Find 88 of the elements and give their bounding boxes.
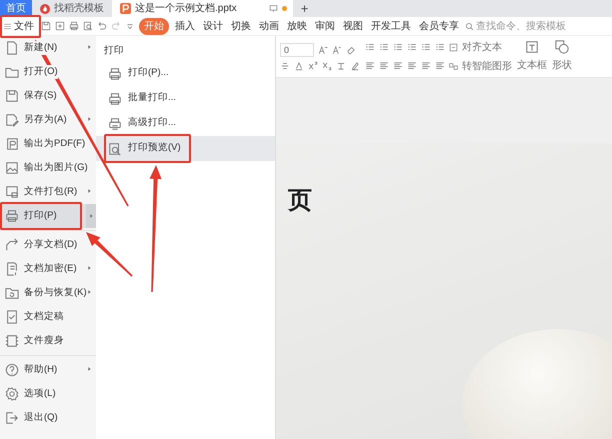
flame-logo-icon [40, 4, 50, 14]
settings-icon [5, 387, 19, 401]
file-menu-item[interactable]: 帮助(H) [0, 358, 96, 382]
smart-art-icon [449, 62, 458, 70]
search-icon [465, 22, 474, 30]
file-menu-item[interactable]: 备份与恢复(K) [0, 281, 96, 305]
pdf-export-icon [5, 137, 19, 151]
file-menu-item[interactable]: 文档定稿 [0, 305, 96, 329]
new-tab-button[interactable]: + [292, 0, 316, 17]
print-submenu-item[interactable]: 批量打印... [96, 86, 275, 111]
image-export-icon [5, 161, 19, 175]
print-submenu-item[interactable]: 高级打印... [96, 111, 275, 136]
subscript-icon [322, 60, 332, 70]
save-icon [5, 89, 19, 103]
submenu-arrow-icon [87, 366, 92, 372]
print-preview-icon [108, 142, 122, 156]
submenu-arrow-icon [87, 264, 92, 271]
superscript-icon [308, 60, 318, 70]
slide-title: 页 [288, 186, 312, 216]
file-menu-item[interactable]: 输出为图片(G) [0, 156, 96, 180]
monitor-icon [268, 4, 278, 13]
align-text-button[interactable]: 对齐文本 [449, 40, 502, 54]
ribbon-tab[interactable]: 切换 [229, 18, 253, 34]
file-menu-item[interactable]: 选项(L) [0, 382, 96, 406]
shape-button[interactable]: 形状 [552, 40, 572, 73]
printer-icon [108, 116, 122, 130]
smart-art-button[interactable]: 转智能图形 [449, 58, 512, 74]
help-icon [5, 363, 19, 377]
submenu-arrow-icon [88, 213, 94, 219]
file-menu-item[interactable]: 打印(P) [0, 204, 96, 228]
printer-icon [108, 66, 122, 80]
document-check-icon [5, 310, 19, 324]
save-icon[interactable] [41, 21, 51, 31]
ribbon-tab[interactable]: 动画 [257, 18, 281, 34]
submenu-arrow-icon [87, 188, 92, 194]
share-icon [5, 238, 19, 252]
presentation-file-icon [120, 3, 131, 14]
file-menu-item[interactable]: 文档加密(E) [0, 257, 96, 281]
eraser-icon [346, 44, 356, 54]
text-box-icon [525, 40, 539, 54]
bullet-list-icon [365, 42, 375, 52]
printer-icon[interactable] [69, 21, 79, 31]
ribbon-tab[interactable]: 视图 [341, 18, 365, 34]
file-menu-item[interactable]: 文件打包(R) [0, 180, 96, 204]
save-as-icon [5, 113, 19, 127]
highlighter-icon [350, 60, 360, 70]
folder-icon [5, 65, 19, 79]
ribbon-tab[interactable]: 插入 [173, 18, 197, 34]
file-menu-item[interactable]: 分享文档(D) [0, 233, 96, 257]
submenu-arrow-icon [87, 288, 92, 295]
grow-font-icon [318, 44, 328, 54]
menu-icon [3, 22, 12, 30]
align-left-icon [365, 61, 375, 71]
print-preview-icon[interactable] [83, 21, 93, 31]
printer-icon [108, 92, 122, 106]
font-color-icon [294, 60, 304, 70]
align-text-icon [449, 42, 458, 52]
shrink-font-icon [332, 44, 342, 54]
backup-folder-icon [5, 286, 19, 300]
new-document-icon [5, 41, 19, 55]
exit-icon [5, 411, 19, 425]
submenu-title: 打印 [103, 44, 125, 58]
font-size-field[interactable]: 0 [280, 42, 314, 56]
unsaved-dot-icon [282, 6, 287, 11]
file-menu-item[interactable]: 退出(Q) [0, 406, 96, 430]
print-submenu-item[interactable]: 打印(P)... [96, 61, 275, 86]
submenu-arrow-icon [87, 116, 92, 122]
file-menu-item[interactable]: 另存为(A) [0, 108, 96, 132]
printer-icon [5, 209, 19, 223]
ribbon-tab[interactable]: 会员专享 [417, 18, 461, 34]
ribbon-tab[interactable]: 设计 [201, 18, 225, 34]
browser-tab[interactable]: 找稻壳模板 [32, 0, 112, 17]
print-submenu-item[interactable]: 打印预览(V) [96, 136, 275, 161]
browser-tab[interactable]: 这是一个示例文档.pptx [112, 0, 293, 17]
submenu-arrow-icon [87, 44, 92, 50]
text-box-button[interactable]: 文本框 [517, 40, 547, 73]
file-menu-item[interactable]: 输出为PDF(F) [0, 132, 96, 156]
file-menu-item[interactable]: 文件瘦身 [0, 329, 96, 353]
package-icon [5, 185, 19, 199]
file-menu-item[interactable]: 打开(O) [0, 60, 96, 84]
ribbon-tab[interactable]: 开发工具 [369, 18, 413, 34]
file-menu-item[interactable]: 保存(S) [0, 84, 96, 108]
annotation-arrow [86, 232, 133, 277]
file-menu-item[interactable]: 新建(N) [0, 36, 96, 60]
undo-icon[interactable] [97, 21, 107, 31]
shapes-icon [555, 40, 569, 54]
ribbon-tab[interactable]: 放映 [285, 18, 309, 34]
ribbon-tab[interactable]: 审阅 [313, 18, 337, 34]
